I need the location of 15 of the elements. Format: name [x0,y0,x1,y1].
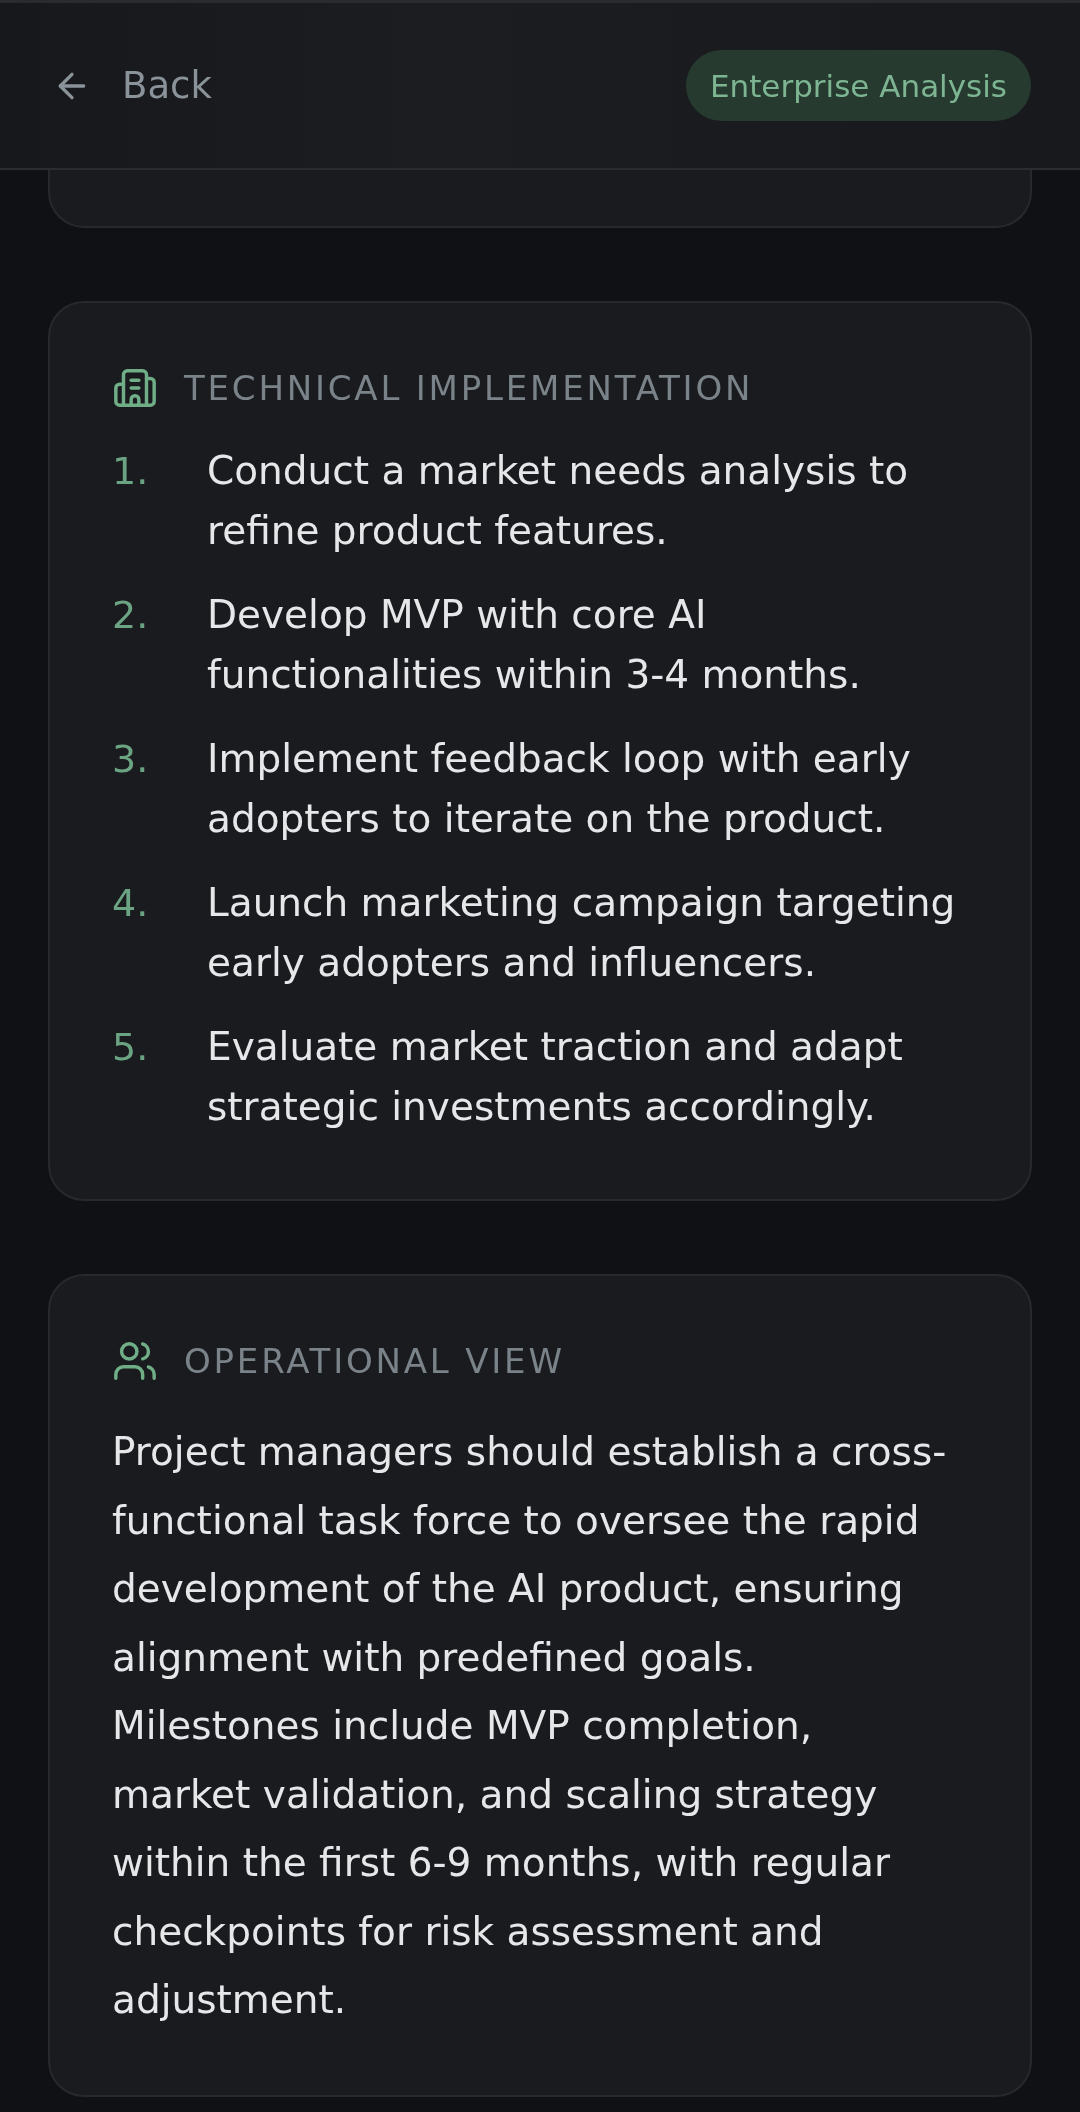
category-badge: Enterprise Analysis [685,50,1031,121]
step-text: Develop MVP with core AI functionalities within 3-4 months. [207,591,862,699]
section-title: OPERATIONAL VIEW [184,1341,565,1381]
section-paragraph: Project managers should establish a cross-functional task force to oversee the rapid development of the AI product, ensuring alignment with predefined goals. Milestones include MVP completion, market validation, and scaling strategy within the first 6-9 months, with regular checkpoints for risk assessment and adjustment. [112,1428,948,2024]
step-number: 2. [112,592,150,639]
step-text: Launch marketing campaign targeting early adopters and influencers. [207,879,957,987]
step-number: 3. [112,736,150,783]
step-number: 4. [112,880,150,927]
step-text: Conduct a market needs analysis to refine product features. [207,447,910,555]
step-number: 1. [112,448,150,495]
step-text: Implement feedback loop with early adopters to iterate on the product. [207,735,912,843]
step-text: Evaluate market traction and adapt strategic investments accordingly. [207,1023,904,1131]
step-number: 5. [112,1024,150,1071]
section-title: TECHNICAL IMPLEMENTATION [184,368,754,408]
back-button[interactable]: Back [52,64,212,107]
